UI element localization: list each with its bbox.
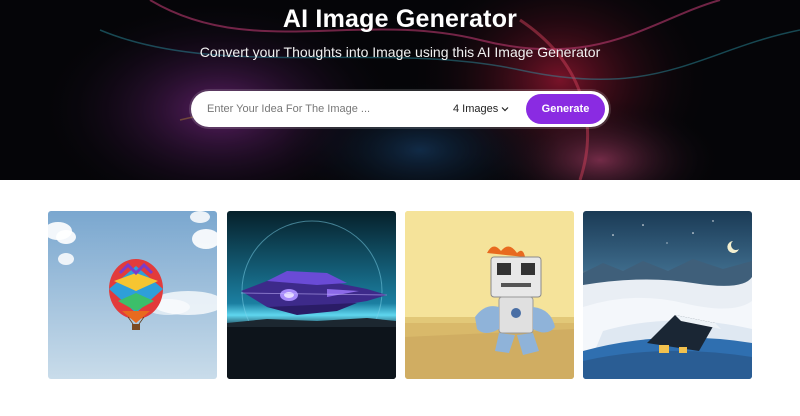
prompt-form: 4 Images Generate [191, 91, 609, 127]
page-subtitle: Convert your Thoughts into Image using t… [199, 44, 601, 60]
generate-button[interactable]: Generate [526, 94, 605, 124]
page-title: AI Image Generator [282, 5, 518, 33]
gallery-image-toy-robot[interactable] [405, 211, 574, 379]
chevron-down-icon [501, 107, 509, 112]
image-count-label: 4 Images [453, 103, 499, 115]
hero-content: AI Image Generator Convert your Thoughts… [0, 0, 800, 180]
hero-banner: AI Image Generator Convert your Thoughts… [0, 0, 800, 180]
gallery-image-spaceship[interactable] [227, 211, 396, 379]
image-gallery [0, 180, 800, 416]
prompt-input[interactable] [205, 99, 435, 119]
image-count-dropdown[interactable]: 4 Images [453, 100, 509, 118]
gallery-image-snowy-cabin[interactable] [583, 211, 752, 379]
gallery-image-hot-air-balloon[interactable] [48, 211, 217, 379]
